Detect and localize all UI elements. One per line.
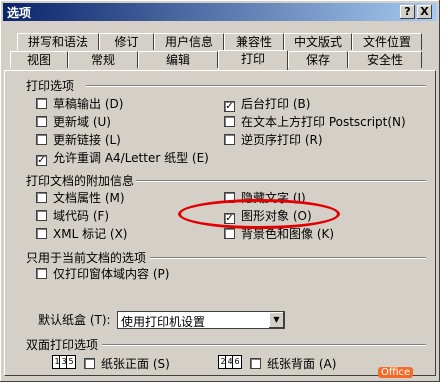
reverse-order-option[interactable]: 逆页序打印 (R) [224, 133, 323, 147]
tab-print[interactable]: 打印 [218, 50, 288, 70]
front-of-sheet-option[interactable]: 纸张正面 (S) [84, 357, 170, 371]
divider [102, 344, 426, 346]
default-tray-value: 使用打印机设置 [121, 315, 206, 329]
title-bar: 选项 ? X [3, 3, 437, 21]
document-properties-option[interactable]: 文档属性 (M) [36, 191, 125, 205]
divider [86, 85, 426, 87]
watermark-logo: Office [378, 367, 414, 378]
duplex-heading: 双面打印选项 [26, 338, 99, 352]
tab-view[interactable]: 视图 [10, 51, 68, 68]
background-colors-checkbox[interactable] [224, 228, 235, 239]
print-form-data-checkbox[interactable] [36, 268, 47, 279]
xml-tags-option[interactable]: XML 标记 (X) [36, 227, 127, 241]
tab-save[interactable]: 保存 [288, 51, 348, 68]
document-properties-checkbox[interactable] [36, 192, 47, 203]
background-colors-option[interactable]: 背景色和图像 (K) [224, 227, 334, 241]
background-colors-label: 背景色和图像 (K) [241, 227, 335, 241]
update-links-option[interactable]: 更新链接 (L) [36, 133, 121, 147]
background-printing-label: 后台打印 (B) [241, 97, 311, 111]
reverse-order-checkbox[interactable] [224, 134, 235, 145]
update-fields-label: 更新域 (U) [53, 115, 111, 129]
tab-general[interactable]: 常规 [68, 51, 138, 68]
divider [150, 257, 426, 259]
tab-edit[interactable]: 编辑 [138, 51, 218, 68]
update-fields-checkbox[interactable] [36, 116, 47, 127]
options-dialog: 选项 ? X 拼写和语法 修订 用户信息 兼容性 中文版式 文件位置 视图 常规… [0, 0, 440, 382]
update-links-checkbox[interactable] [36, 134, 47, 145]
back-of-sheet-checkbox[interactable] [250, 358, 261, 369]
default-tray-label: 默认纸盒 (T): [38, 313, 111, 327]
back-pages-icon: 2 4 6 [218, 355, 242, 371]
back-of-sheet-option[interactable]: 纸张背面 (A) [250, 357, 336, 371]
draft-output-label: 草稿输出 (D) [53, 97, 124, 111]
allow-a4-letter-checkbox[interactable]: ✓ [36, 155, 47, 166]
front-pages-icon: 1 3 5 [52, 355, 76, 371]
back-of-sheet-label: 纸张背面 (A) [267, 357, 337, 371]
default-tray-select[interactable]: 使用打印机设置 ▼ [117, 311, 285, 329]
chevron-down-icon[interactable]: ▼ [269, 312, 284, 328]
current-doc-only-heading: 只用于当前文档的选项 [26, 251, 147, 265]
tab-asian-typography[interactable]: 中文版式 [284, 33, 352, 50]
postscript-over-text-checkbox[interactable] [224, 116, 235, 127]
print-options-heading: 打印选项 [26, 79, 75, 93]
field-codes-option[interactable]: 域代码 (F) [36, 209, 109, 223]
document-properties-label: 文档属性 (M) [53, 191, 125, 205]
include-with-document-heading: 打印文档的附加信息 [26, 174, 135, 188]
draft-output-checkbox[interactable] [36, 98, 47, 109]
help-button[interactable]: ? [400, 5, 415, 19]
allow-a4-letter-label: 允许重调 A4/Letter 纸型 (E) [53, 151, 209, 165]
tab-track-changes[interactable]: 修订 [99, 33, 154, 50]
postscript-over-text-option[interactable]: 在文本上方打印 Postscript(N) [224, 115, 406, 129]
field-codes-label: 域代码 (F) [53, 209, 110, 223]
allow-a4-letter-option[interactable]: ✓ 允许重调 A4/Letter 纸型 (E) [36, 151, 209, 166]
window-title: 选项 [7, 6, 32, 20]
tab-user-info[interactable]: 用户信息 [154, 33, 224, 50]
front-of-sheet-checkbox[interactable] [84, 358, 95, 369]
highlight-ellipse [178, 199, 340, 229]
xml-tags-label: XML 标记 (X) [53, 227, 128, 241]
background-printing-option[interactable]: ✓ 后台打印 (B) [224, 97, 311, 112]
print-form-data-option[interactable]: 仅打印窗体域内容 (P) [36, 267, 169, 281]
divider [136, 180, 426, 182]
close-button[interactable]: X [417, 5, 432, 19]
reverse-order-label: 逆页序打印 (R) [241, 133, 323, 147]
background-printing-checkbox[interactable]: ✓ [224, 101, 235, 112]
draft-output-option[interactable]: 草稿输出 (D) [36, 97, 123, 111]
xml-tags-checkbox[interactable] [36, 228, 47, 239]
print-form-data-label: 仅打印窗体域内容 (P) [53, 267, 170, 281]
front-of-sheet-label: 纸张正面 (S) [101, 357, 170, 371]
field-codes-checkbox[interactable] [36, 210, 47, 221]
postscript-over-text-label: 在文本上方打印 Postscript(N) [241, 115, 406, 129]
tab-compatibility[interactable]: 兼容性 [224, 33, 284, 50]
update-fields-option[interactable]: 更新域 (U) [36, 115, 111, 129]
update-links-label: 更新链接 (L) [53, 133, 121, 147]
tab-security[interactable]: 安全性 [348, 51, 422, 68]
tab-file-locations[interactable]: 文件位置 [352, 33, 422, 50]
tab-spelling-grammar[interactable]: 拼写和语法 [17, 33, 99, 50]
